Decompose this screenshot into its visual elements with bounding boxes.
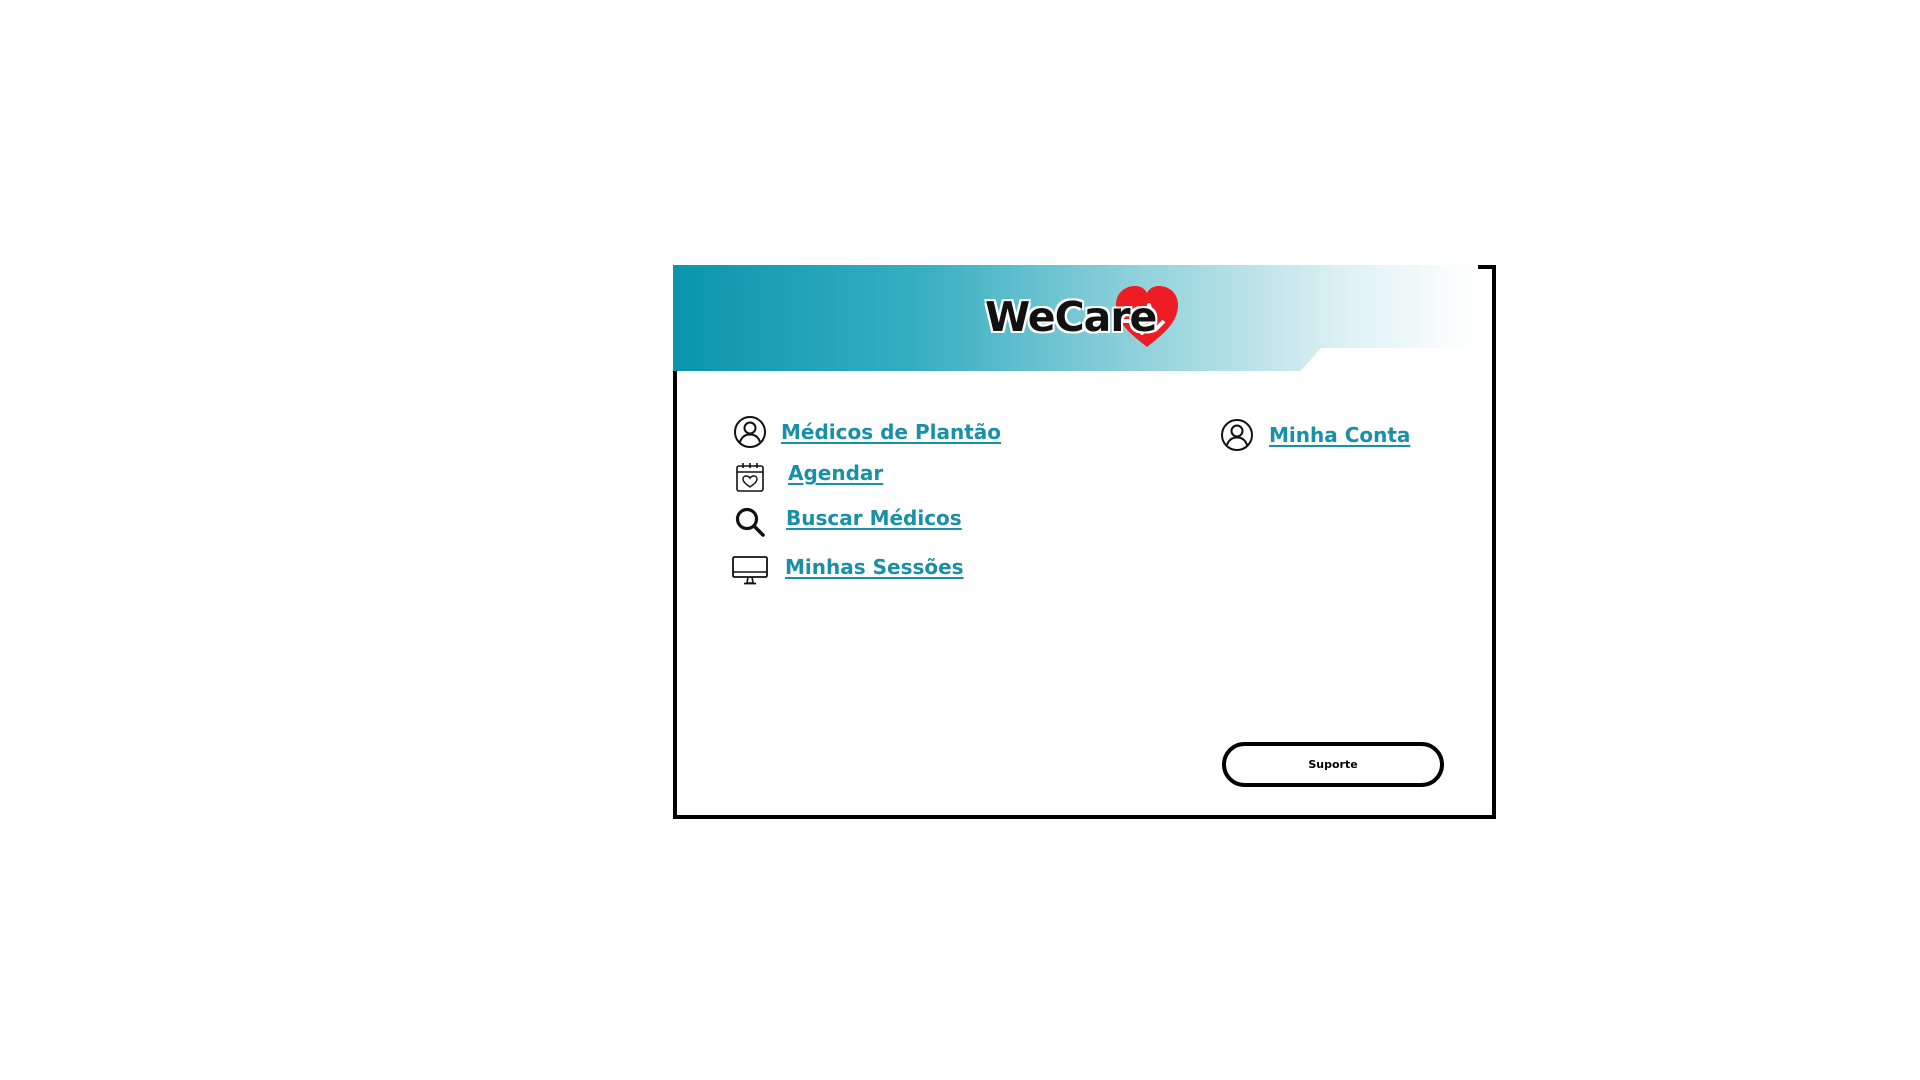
nav-item-buscar-medicos[interactable]: Buscar Médicos — [733, 505, 962, 539]
monitor-icon — [732, 556, 768, 585]
header-notch — [1298, 348, 1488, 374]
calendar-heart-icon — [736, 463, 764, 492]
nav-item-label[interactable]: Minhas Sessões — [785, 555, 964, 579]
nav-item-label[interactable]: Buscar Médicos — [786, 506, 962, 530]
support-button[interactable]: Suporte — [1222, 742, 1444, 787]
search-icon — [735, 507, 765, 537]
account-label[interactable]: Minha Conta — [1269, 423, 1410, 447]
account-link[interactable]: Minha Conta — [1220, 418, 1410, 452]
nav-item-label[interactable]: Agendar — [788, 461, 883, 485]
nav-item-agendar[interactable]: Agendar — [733, 460, 883, 494]
logo-text: WeCare — [985, 293, 1157, 341]
user-circle-icon — [734, 416, 766, 448]
nav-item-minhas-sessoes[interactable]: Minhas Sessões — [731, 553, 964, 587]
nav-item-label[interactable]: Médicos de Plantão — [781, 420, 1001, 444]
wecare-logo: WeCare — [985, 283, 1185, 355]
nav-item-medicos-plantao[interactable]: Médicos de Plantão — [733, 415, 1001, 449]
user-circle-icon — [1221, 419, 1253, 451]
